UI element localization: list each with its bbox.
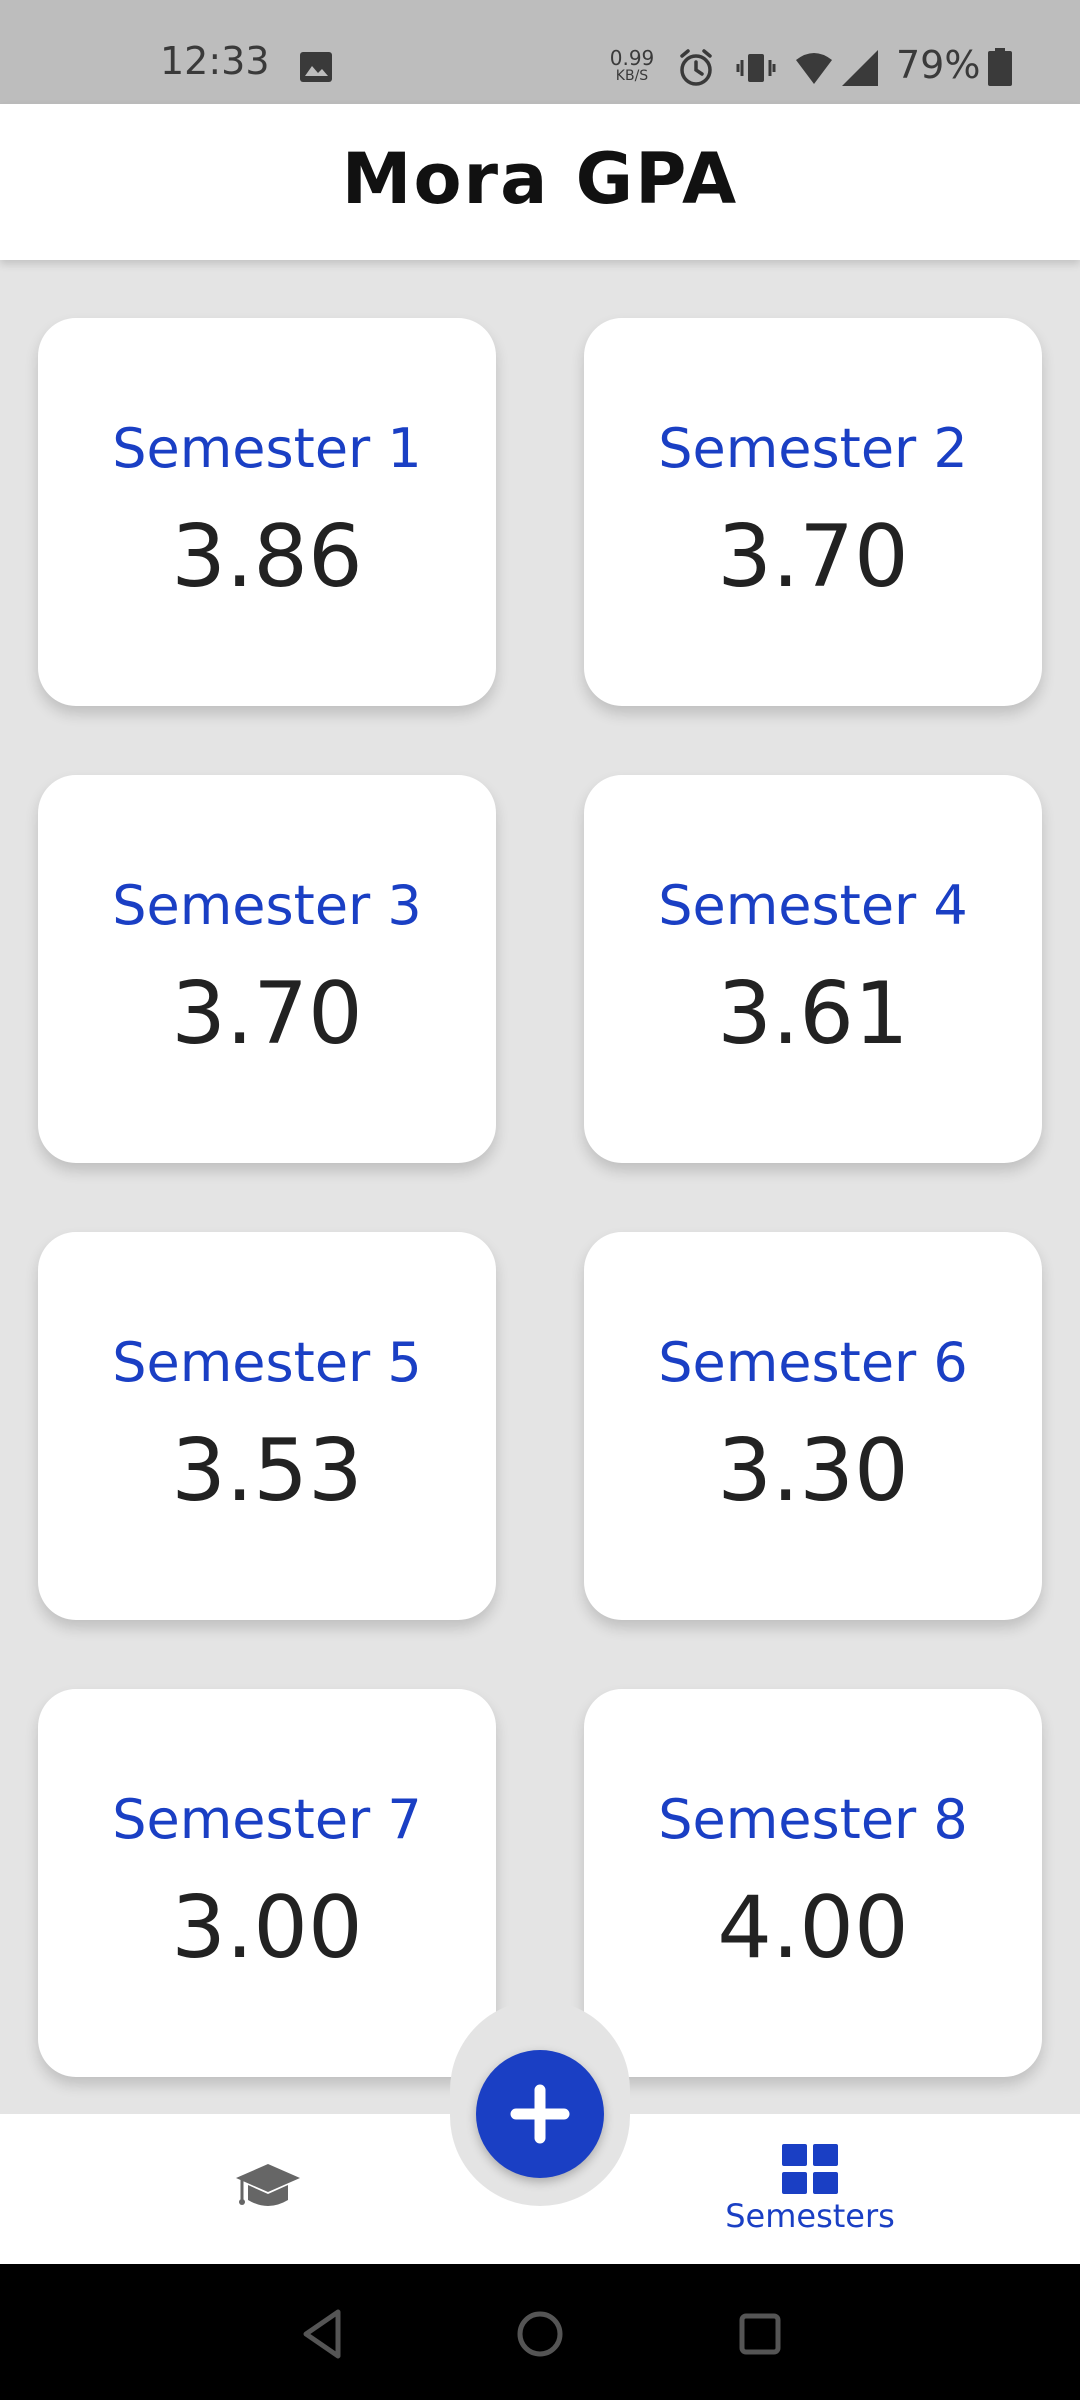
- semester-gpa: 3.86: [171, 507, 363, 607]
- nav-semesters-tab[interactable]: Semesters: [700, 2136, 920, 2246]
- semester-card[interactable]: Semester 1 3.86: [38, 318, 496, 706]
- network-speed-value: 0.99: [609, 46, 655, 70]
- semester-gpa: 3.00: [171, 1878, 363, 1978]
- semester-gpa: 3.61: [717, 964, 909, 1064]
- wifi-icon: [794, 48, 834, 88]
- alarm-icon: [676, 48, 716, 88]
- network-speed-unit: KB/S: [615, 68, 649, 84]
- semester-gpa: 3.53: [171, 1421, 363, 1521]
- semester-label: Semester 7: [112, 1788, 422, 1851]
- nav-gpa-button[interactable]: [200, 2146, 336, 2236]
- semester-label: Semester 1: [112, 417, 422, 480]
- semester-gpa: 3.70: [717, 507, 909, 607]
- recents-icon[interactable]: [730, 2304, 790, 2364]
- semester-card[interactable]: Semester 3 3.70: [38, 775, 496, 1163]
- semester-label: Semester 3: [112, 874, 422, 937]
- semester-card[interactable]: Semester 5 3.53: [38, 1232, 496, 1620]
- semester-card[interactable]: Semester 2 3.70: [584, 318, 1042, 706]
- network-speed: 0.99 KB/S: [604, 48, 660, 84]
- graduation-cap-icon: [236, 2164, 300, 2206]
- semester-label: Semester 8: [658, 1788, 968, 1851]
- home-icon[interactable]: [510, 2304, 570, 2364]
- semester-card[interactable]: Semester 6 3.30: [584, 1232, 1042, 1620]
- semester-label: Semester 2: [658, 417, 968, 480]
- semester-card[interactable]: Semester 8 4.00: [584, 1689, 1042, 2077]
- back-icon[interactable]: [292, 2304, 352, 2364]
- plus-icon: [510, 2084, 570, 2144]
- semester-label: Semester 5: [112, 1331, 422, 1394]
- semester-label: Semester 4: [658, 874, 968, 937]
- semester-gpa: 3.70: [171, 964, 363, 1064]
- nav-semesters-label: Semesters: [725, 2197, 895, 2235]
- battery-percentage: 79%: [896, 43, 981, 87]
- status-bar: 12:33 0.99 KB/S 79%: [0, 0, 1080, 104]
- semester-card[interactable]: Semester 4 3.61: [584, 775, 1042, 1163]
- signal-icon: [840, 48, 880, 88]
- semester-label: Semester 6: [658, 1331, 968, 1394]
- app-title: Mora GPA: [341, 138, 739, 220]
- semester-card[interactable]: Semester 7 3.00: [38, 1689, 496, 2077]
- add-semester-button[interactable]: [476, 2050, 604, 2178]
- status-time: 12:33: [160, 39, 270, 83]
- vibrate-icon: [736, 48, 776, 88]
- semester-grid: Semester 1 3.86 Semester 2 3.70 Semester…: [0, 260, 1080, 2120]
- system-navigation-bar: [0, 2264, 1080, 2400]
- app-bar: Mora GPA: [0, 104, 1080, 260]
- grid-icon: [782, 2144, 838, 2194]
- battery-icon: [988, 48, 1012, 86]
- semester-gpa: 3.30: [717, 1421, 909, 1521]
- image-icon: [300, 52, 332, 82]
- semester-gpa: 4.00: [717, 1878, 909, 1978]
